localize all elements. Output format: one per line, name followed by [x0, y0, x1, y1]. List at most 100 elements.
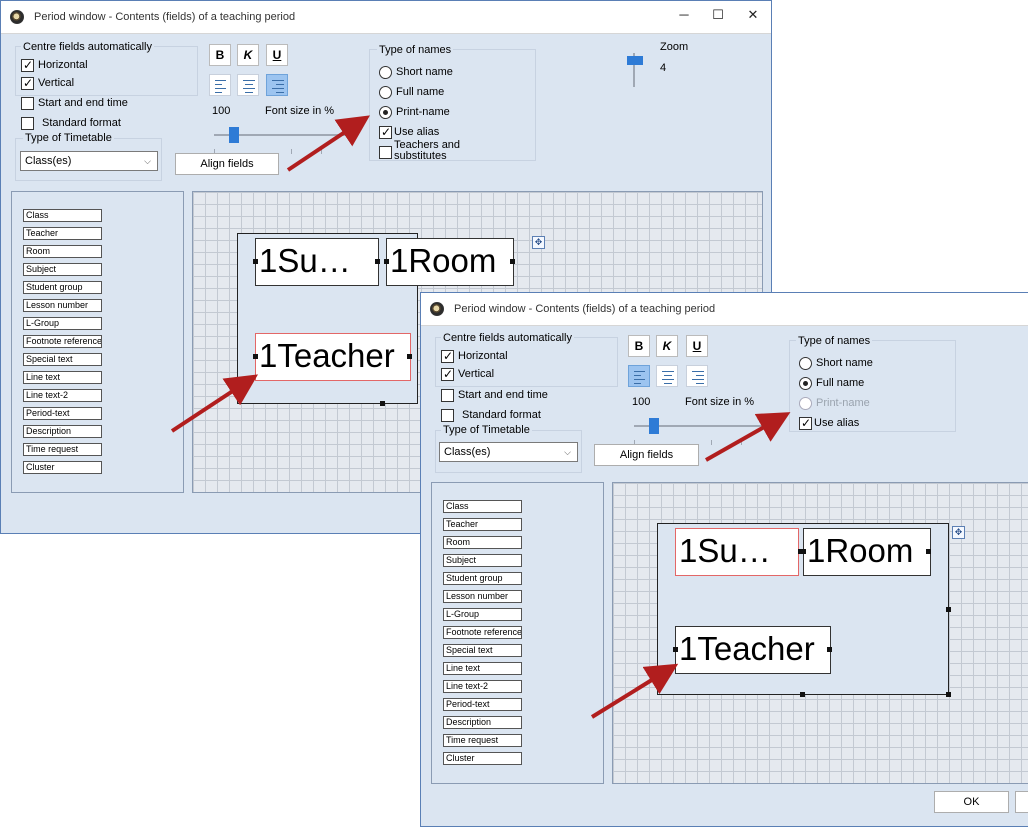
field-item[interactable]: Cluster — [23, 461, 102, 474]
resize-handle[interactable] — [801, 549, 806, 554]
print-name-radio[interactable] — [799, 397, 812, 410]
title-bar[interactable]: Period window - Contents (fields) of a t… — [1, 1, 771, 34]
resize-handle[interactable] — [926, 549, 931, 554]
align-center-button[interactable] — [656, 365, 678, 387]
move-icon[interactable]: ✥ — [952, 526, 965, 539]
resize-handle[interactable] — [673, 647, 678, 652]
field-item[interactable]: Footnote reference — [443, 626, 522, 639]
timetable-type-select[interactable]: Class(es) ⌵ — [20, 151, 158, 171]
field-item[interactable]: Room — [23, 245, 102, 258]
field-item[interactable]: Period-text — [443, 698, 522, 711]
bold-button[interactable]: B — [209, 44, 231, 66]
field-item[interactable]: Lesson number — [443, 590, 522, 603]
field-item[interactable]: L-Group — [443, 608, 522, 621]
full-name-radio[interactable] — [799, 377, 812, 390]
use-alias-checkbox[interactable] — [379, 124, 392, 140]
underline-button[interactable]: U — [686, 335, 708, 357]
field-item[interactable]: Special text — [23, 353, 102, 366]
field-item[interactable]: Class — [23, 209, 102, 222]
period-field-teacher[interactable]: 1Teacher — [675, 626, 831, 674]
align-right-button[interactable] — [686, 365, 708, 387]
teachers-substitutes-checkbox[interactable] — [379, 146, 392, 159]
period-field-room[interactable]: 1Room — [386, 238, 514, 286]
use-alias-checkbox[interactable] — [799, 415, 812, 431]
italic-button[interactable]: K — [656, 335, 678, 357]
title-bar[interactable]: Period window - Contents (fields) of a t… — [421, 293, 1028, 326]
field-item[interactable]: Cluster — [443, 752, 522, 765]
period-field-room[interactable]: 1Room — [803, 528, 931, 576]
resize-handle[interactable] — [253, 354, 258, 359]
horizontal-checkbox[interactable] — [21, 57, 34, 73]
standard-format-checkbox[interactable] — [21, 117, 34, 130]
field-item[interactable]: Description — [23, 425, 102, 438]
field-item[interactable]: Class — [443, 500, 522, 513]
cancel-button[interactable] — [1015, 791, 1028, 813]
vertical-checkbox[interactable] — [21, 75, 34, 91]
font-size-slider-thumb[interactable] — [229, 127, 239, 143]
resize-handle[interactable] — [375, 259, 380, 264]
timetable-type-select[interactable]: Class(es) ⌵ — [439, 442, 578, 462]
field-item[interactable]: Line text — [443, 662, 522, 675]
start-end-time-checkbox[interactable] — [441, 389, 454, 402]
italic-button[interactable]: K — [237, 44, 259, 66]
field-item[interactable]: Description — [443, 716, 522, 729]
resize-handle[interactable] — [946, 692, 951, 697]
underline-button[interactable]: U — [266, 44, 288, 66]
field-item[interactable]: Teacher — [23, 227, 102, 240]
maximize-button[interactable]: ☐ — [701, 3, 735, 27]
field-item[interactable]: Line text-2 — [443, 680, 522, 693]
field-item[interactable]: Subject — [23, 263, 102, 276]
align-left-button[interactable] — [628, 365, 650, 387]
period-field-teacher[interactable]: 1Teacher — [255, 333, 411, 381]
ok-button[interactable]: OK — [934, 791, 1009, 813]
short-name-radio[interactable] — [799, 357, 812, 370]
short-name-radio[interactable] — [379, 66, 392, 79]
font-size-label: Font size in % — [685, 396, 755, 408]
period-window-front: Period window - Contents (fields) of a t… — [420, 292, 1028, 827]
field-item[interactable]: Lesson number — [23, 299, 102, 312]
align-fields-button[interactable]: Align fields — [175, 153, 279, 175]
align-left-button[interactable] — [209, 74, 231, 96]
field-item[interactable]: Student group — [443, 572, 522, 585]
field-item[interactable]: Line text-2 — [23, 389, 102, 402]
zoom-value: 4 — [660, 62, 667, 74]
field-item[interactable]: Teacher — [443, 518, 522, 531]
field-item[interactable]: Time request — [443, 734, 522, 747]
vertical-checkbox[interactable] — [441, 366, 454, 382]
field-item[interactable]: Subject — [443, 554, 522, 567]
resize-handle[interactable] — [510, 259, 515, 264]
field-item[interactable]: Room — [443, 536, 522, 549]
resize-handle[interactable] — [253, 259, 258, 264]
start-end-time-checkbox[interactable] — [21, 97, 34, 110]
resize-handle[interactable] — [800, 692, 805, 697]
resize-handle[interactable] — [384, 259, 389, 264]
field-item[interactable]: Period-text — [23, 407, 102, 420]
align-center-button[interactable] — [237, 74, 259, 96]
short-name-label: Short name — [396, 66, 453, 78]
move-icon[interactable]: ✥ — [532, 236, 545, 249]
standard-format-label: Standard format — [42, 117, 121, 129]
field-item[interactable]: L-Group — [23, 317, 102, 330]
field-item[interactable]: Special text — [443, 644, 522, 657]
minimize-button[interactable]: ─ — [667, 3, 701, 27]
horizontal-checkbox[interactable] — [441, 348, 454, 364]
period-field-subject[interactable]: 1Su… — [675, 528, 799, 576]
align-fields-button[interactable]: Align fields — [594, 444, 699, 466]
resize-handle[interactable] — [827, 647, 832, 652]
field-item[interactable]: Time request — [23, 443, 102, 456]
period-field-subject[interactable]: 1Su… — [255, 238, 379, 286]
print-name-radio[interactable] — [379, 106, 392, 119]
full-name-radio[interactable] — [379, 86, 392, 99]
field-item[interactable]: Student group — [23, 281, 102, 294]
font-size-slider-thumb[interactable] — [649, 418, 659, 434]
zoom-slider-thumb[interactable] — [627, 56, 643, 65]
standard-format-checkbox[interactable] — [441, 409, 454, 422]
bold-button[interactable]: B — [628, 335, 650, 357]
field-item[interactable]: Footnote reference — [23, 335, 102, 348]
resize-handle[interactable] — [407, 354, 412, 359]
close-button[interactable]: ✕ — [736, 3, 770, 27]
resize-handle[interactable] — [946, 607, 951, 612]
resize-handle[interactable] — [380, 401, 385, 406]
field-item[interactable]: Line text — [23, 371, 102, 384]
align-right-button[interactable] — [266, 74, 288, 96]
